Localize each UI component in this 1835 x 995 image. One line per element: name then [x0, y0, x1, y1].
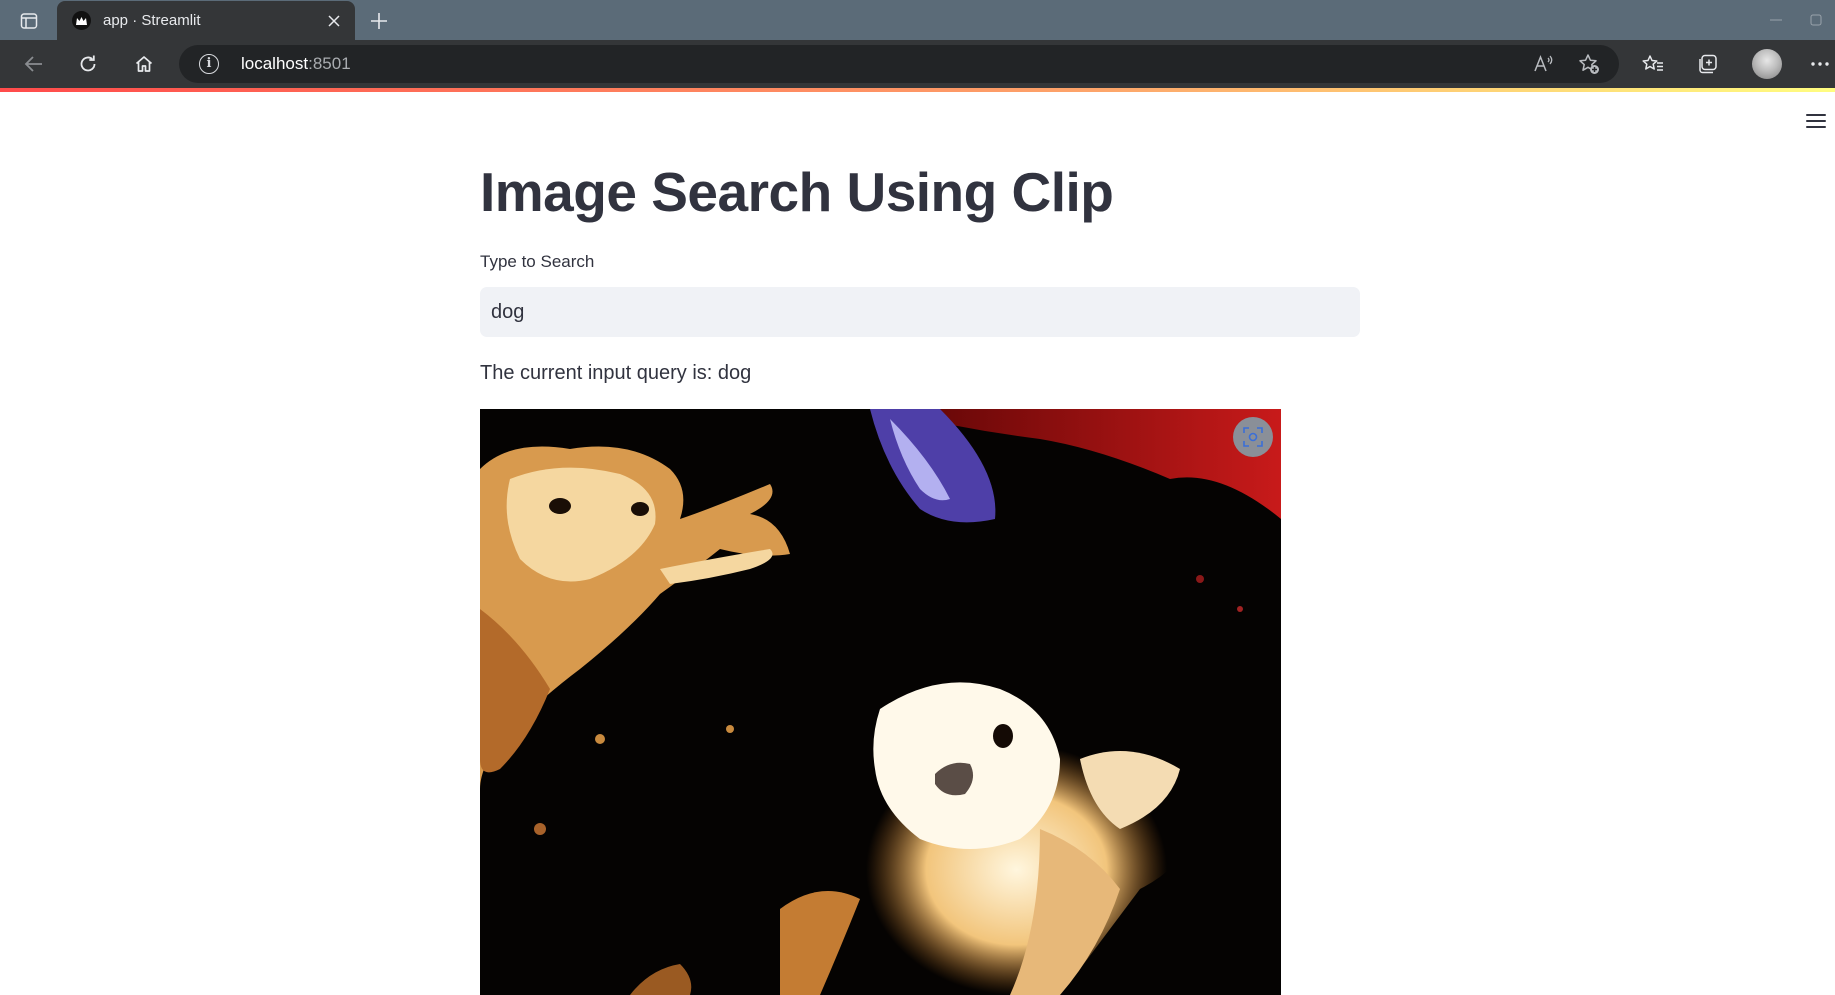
favorites-icon[interactable] [1635, 46, 1671, 82]
tab-actions-icon[interactable] [16, 8, 42, 34]
add-favorite-icon[interactable] [1571, 46, 1607, 82]
search-input[interactable] [480, 287, 1360, 337]
fullscreen-icon[interactable] [1233, 417, 1273, 457]
url-port: :8501 [308, 54, 351, 73]
profile-avatar[interactable] [1752, 49, 1782, 79]
url-host: localhost [241, 54, 309, 73]
info-icon[interactable]: i [199, 54, 219, 74]
streamlit-decoration-bar [0, 88, 1835, 92]
tab-title: app · Streamlit [103, 12, 201, 29]
result-image [480, 409, 1281, 995]
close-tab-icon[interactable] [323, 10, 345, 32]
home-icon[interactable] [126, 46, 162, 82]
browser-tab[interactable]: app · Streamlit [57, 1, 355, 40]
back-icon[interactable] [16, 46, 52, 82]
hamburger-menu-icon[interactable] [1804, 110, 1828, 132]
address-bar[interactable]: i localhost:8501 [179, 45, 1619, 83]
page-title: Image Search Using Clip [480, 161, 1114, 223]
new-tab-button[interactable] [365, 7, 393, 35]
collections-icon[interactable] [1690, 46, 1726, 82]
url-text[interactable]: localhost:8501 [241, 54, 351, 74]
minimize-icon[interactable] [1756, 8, 1796, 32]
browser-tab-bar: app · Streamlit [0, 0, 1835, 40]
dog-photo [480, 409, 1281, 995]
reload-icon[interactable] [70, 46, 106, 82]
read-aloud-icon[interactable] [1526, 46, 1562, 82]
streamlit-favicon-icon [72, 11, 91, 30]
browser-toolbar: i localhost:8501 [0, 40, 1835, 88]
search-input-label: Type to Search [480, 252, 595, 271]
query-echo-text: The current input query is: dog [480, 362, 752, 384]
more-icon[interactable] [1805, 46, 1835, 82]
restore-icon[interactable] [1810, 8, 1835, 32]
